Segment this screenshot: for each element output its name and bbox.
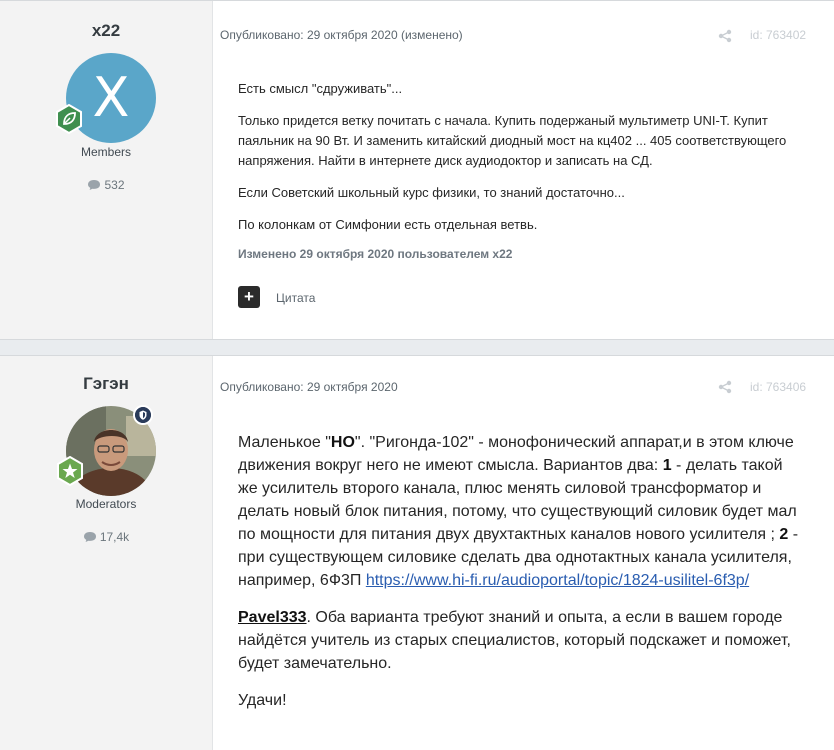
post-count: 532	[0, 178, 212, 192]
quote-button[interactable]: Цитата	[276, 291, 315, 305]
post-content: Есть смысл "сдруживать"... Только придет…	[238, 79, 798, 261]
post-paragraph: Pavel333. Оба варианта требуют знаний и …	[238, 606, 803, 675]
post-paragraph: Есть смысл "сдруживать"...	[238, 81, 403, 96]
text-bold: 2	[779, 526, 789, 543]
author-panel: Гэгэн Moderators 17,4k	[0, 356, 213, 750]
shield-icon	[133, 405, 153, 425]
post-763402: x22 X Members 532 Опубликовано: 29 октяб…	[0, 0, 834, 340]
post-paragraph: По колонкам от Симфонии есть отдельная в…	[238, 217, 538, 232]
post-paragraph: Если Советский школьный курс физики, то …	[238, 185, 625, 200]
share-icon[interactable]	[718, 29, 732, 43]
post-count-value: 532	[104, 178, 125, 192]
post-paragraph: Маленькое "НО". "Ригонда-102" - монофони…	[238, 431, 803, 592]
text-bold: 1	[662, 457, 672, 474]
author-name-link[interactable]: x22	[0, 21, 212, 41]
post-id-link[interactable]: id: 763406	[750, 380, 806, 394]
post-count-value: 17,4k	[99, 530, 130, 544]
post-id-link[interactable]: id: 763402	[750, 28, 806, 42]
comment-icon	[88, 180, 101, 190]
plus-icon[interactable]: +	[238, 286, 260, 308]
member-group: Moderators	[75, 497, 137, 511]
text-bold: НО	[330, 434, 355, 451]
author-name-link[interactable]: Гэгэн	[0, 374, 212, 394]
share-icon[interactable]	[718, 380, 732, 394]
post-paragraph: Удачи!	[238, 692, 287, 709]
member-group: Members	[80, 145, 131, 159]
post-meta: Опубликовано: 29 октября 2020 (изменено)	[220, 28, 463, 42]
text-run: Маленькое "	[238, 434, 331, 451]
star-icon	[57, 456, 83, 486]
post-count: 17,4k	[0, 530, 212, 544]
post-meta: Опубликовано: 29 октября 2020	[220, 380, 398, 394]
author-panel: x22 X Members 532	[0, 1, 213, 339]
post-paragraph: Только придется ветку почитать с начала.…	[238, 113, 787, 168]
post-content: Маленькое "НО". "Ригонда-102" - монофони…	[238, 431, 803, 726]
post-763406: Гэгэн Moderators 17,4k Опубликовано: 29 …	[0, 355, 834, 750]
user-mention-link[interactable]: Pavel333	[238, 609, 307, 626]
external-link[interactable]: https://www.hi-fi.ru/audioportal/topic/1…	[366, 572, 749, 589]
leaf-icon	[56, 104, 82, 134]
text-run: . Оба варианта требуют знаний и опыта, а…	[238, 609, 791, 672]
edited-note: Изменено 29 октября 2020 пользователем x…	[238, 247, 513, 261]
comment-icon	[83, 532, 96, 542]
